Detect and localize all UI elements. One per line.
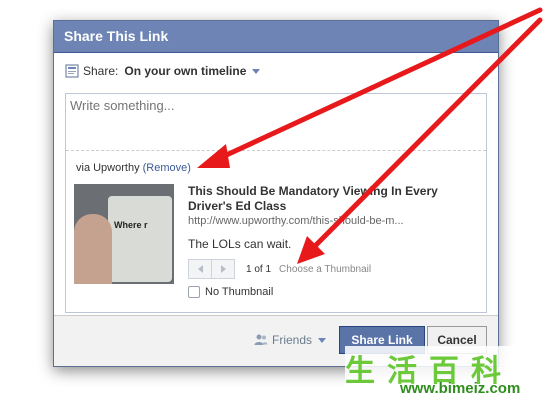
divider [66,150,486,151]
via-text: via Upworthy [76,162,140,174]
remove-link[interactable]: (Remove) [143,162,191,174]
chevron-down-icon [252,68,261,74]
link-url: http://www.upworthy.com/this-should-be-m… [188,215,404,227]
share-target-dropdown[interactable]: On your own timeline [124,64,261,78]
link-title[interactable]: This Should Be Mandatory Viewing In Ever… [188,184,473,214]
share-dialog: Share This Link Share: On your own timel… [53,20,499,367]
share-label: Share: [83,64,119,78]
no-thumbnail-option[interactable]: No Thumbnail [188,286,273,298]
privacy-selector[interactable]: Friends [254,333,327,347]
share-target-label: On your own timeline [124,64,247,78]
timeline-icon [65,64,79,78]
watermark: 生活百科 www.bimeiz.com [345,346,550,404]
pager-count: 1 of 1 [246,263,272,275]
dialog-title: Share This Link [54,21,498,53]
link-description[interactable]: The LOLs can wait. [188,237,291,251]
link-thumbnail: Where r [74,184,174,284]
chevron-down-icon [318,337,327,343]
next-thumbnail-button[interactable] [212,259,235,279]
arrow-left-icon [197,265,203,273]
choose-thumbnail-label: Choose a Thumbnail [279,263,372,275]
phone-image [108,196,172,282]
via-line: via Upworthy (Remove) [76,162,191,174]
hand-image [74,214,112,284]
watermark-url: www.bimeiz.com [400,380,521,397]
privacy-label: Friends [272,333,313,347]
arrow-right-icon [220,265,226,273]
thumbnail-screen-text: Where r [114,220,148,230]
thumbnail-pager: 1 of 1 Choose a Thumbnail [188,259,371,279]
compose-box: via Upworthy (Remove) Where r This Shoul… [65,93,487,313]
message-input[interactable] [66,94,486,154]
friends-icon [254,334,268,345]
prev-thumbnail-button[interactable] [188,259,212,279]
share-row: Share: On your own timeline [65,61,261,81]
no-thumbnail-checkbox[interactable] [188,286,200,298]
no-thumbnail-label: No Thumbnail [205,286,274,298]
